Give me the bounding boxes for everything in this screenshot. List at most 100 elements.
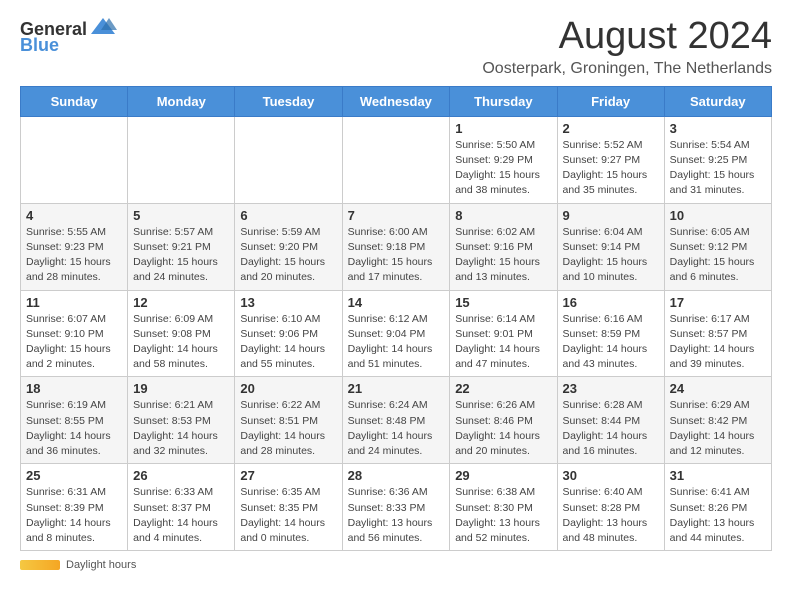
calendar-header-row: SundayMondayTuesdayWednesdayThursdayFrid… (21, 86, 772, 116)
calendar-cell: 5 Sunrise: 5:57 AM Sunset: 9:21 PM Daylig… (128, 203, 235, 290)
calendar-header-friday: Friday (557, 86, 664, 116)
day-number: 6 (240, 208, 336, 223)
day-number: 26 (133, 468, 229, 483)
day-info: Sunrise: 6:00 AM Sunset: 9:18 PM Dayligh… (348, 225, 445, 286)
calendar-header-monday: Monday (128, 86, 235, 116)
day-info: Sunrise: 6:04 AM Sunset: 9:14 PM Dayligh… (563, 225, 659, 286)
calendar-cell: 27 Sunrise: 6:35 AM Sunset: 8:35 PM Dayli… (235, 464, 342, 551)
day-info: Sunrise: 6:26 AM Sunset: 8:46 PM Dayligh… (455, 398, 551, 459)
calendar-cell: 3 Sunrise: 5:54 AM Sunset: 9:25 PM Daylig… (664, 116, 771, 203)
day-number: 25 (26, 468, 122, 483)
day-number: 24 (670, 381, 766, 396)
calendar-cell: 18 Sunrise: 6:19 AM Sunset: 8:55 PM Dayli… (21, 377, 128, 464)
calendar-cell (235, 116, 342, 203)
title-section: August 2024 Oosterpark, Groningen, The N… (482, 16, 772, 78)
day-info: Sunrise: 6:38 AM Sunset: 8:30 PM Dayligh… (455, 485, 551, 546)
day-info: Sunrise: 6:33 AM Sunset: 8:37 PM Dayligh… (133, 485, 229, 546)
day-number: 30 (563, 468, 659, 483)
day-info: Sunrise: 5:57 AM Sunset: 9:21 PM Dayligh… (133, 225, 229, 286)
day-info: Sunrise: 6:24 AM Sunset: 8:48 PM Dayligh… (348, 398, 445, 459)
day-number: 23 (563, 381, 659, 396)
day-number: 29 (455, 468, 551, 483)
day-info: Sunrise: 6:07 AM Sunset: 9:10 PM Dayligh… (26, 312, 122, 373)
day-number: 9 (563, 208, 659, 223)
day-info: Sunrise: 6:17 AM Sunset: 8:57 PM Dayligh… (670, 312, 766, 373)
location-title: Oosterpark, Groningen, The Netherlands (482, 60, 772, 78)
day-info: Sunrise: 6:28 AM Sunset: 8:44 PM Dayligh… (563, 398, 659, 459)
calendar-cell: 13 Sunrise: 6:10 AM Sunset: 9:06 PM Dayli… (235, 290, 342, 377)
calendar-cell: 22 Sunrise: 6:26 AM Sunset: 8:46 PM Dayli… (450, 377, 557, 464)
day-info: Sunrise: 5:50 AM Sunset: 9:29 PM Dayligh… (455, 138, 551, 199)
day-number: 20 (240, 381, 336, 396)
day-number: 27 (240, 468, 336, 483)
day-number: 1 (455, 121, 551, 136)
day-info: Sunrise: 6:09 AM Sunset: 9:08 PM Dayligh… (133, 312, 229, 373)
day-number: 18 (26, 381, 122, 396)
logo: General Blue (20, 20, 117, 56)
day-number: 19 (133, 381, 229, 396)
day-number: 13 (240, 295, 336, 310)
daylight-bar-icon (20, 560, 60, 570)
day-info: Sunrise: 5:55 AM Sunset: 9:23 PM Dayligh… (26, 225, 122, 286)
day-number: 16 (563, 295, 659, 310)
day-info: Sunrise: 6:14 AM Sunset: 9:01 PM Dayligh… (455, 312, 551, 373)
calendar-week-row: 18 Sunrise: 6:19 AM Sunset: 8:55 PM Dayli… (21, 377, 772, 464)
day-info: Sunrise: 6:29 AM Sunset: 8:42 PM Dayligh… (670, 398, 766, 459)
day-info: Sunrise: 6:21 AM Sunset: 8:53 PM Dayligh… (133, 398, 229, 459)
calendar-header-tuesday: Tuesday (235, 86, 342, 116)
day-info: Sunrise: 6:19 AM Sunset: 8:55 PM Dayligh… (26, 398, 122, 459)
calendar-cell (342, 116, 450, 203)
day-number: 2 (563, 121, 659, 136)
calendar-cell: 29 Sunrise: 6:38 AM Sunset: 8:30 PM Dayli… (450, 464, 557, 551)
calendar-table: SundayMondayTuesdayWednesdayThursdayFrid… (20, 86, 772, 551)
calendar-cell: 6 Sunrise: 5:59 AM Sunset: 9:20 PM Daylig… (235, 203, 342, 290)
calendar-cell: 24 Sunrise: 6:29 AM Sunset: 8:42 PM Dayli… (664, 377, 771, 464)
calendar-week-row: 4Sunrise: 5:55 AM Sunset: 9:23 PM Daylig… (21, 203, 772, 290)
day-number: 15 (455, 295, 551, 310)
calendar-cell: 8 Sunrise: 6:02 AM Sunset: 9:16 PM Daylig… (450, 203, 557, 290)
calendar-cell (21, 116, 128, 203)
calendar-cell: 9 Sunrise: 6:04 AM Sunset: 9:14 PM Daylig… (557, 203, 664, 290)
calendar-cell: 16Sunrise: 6:16 AM Sunset: 8:59 PM Dayli… (557, 290, 664, 377)
calendar-header-thursday: Thursday (450, 86, 557, 116)
footer-note: Daylight hours (20, 559, 772, 571)
day-info: Sunrise: 5:54 AM Sunset: 9:25 PM Dayligh… (670, 138, 766, 199)
day-info: Sunrise: 6:02 AM Sunset: 9:16 PM Dayligh… (455, 225, 551, 286)
logo-text-blue: Blue (20, 35, 59, 55)
day-info: Sunrise: 5:59 AM Sunset: 9:20 PM Dayligh… (240, 225, 336, 286)
day-number: 31 (670, 468, 766, 483)
month-title: August 2024 (482, 16, 772, 58)
day-number: 8 (455, 208, 551, 223)
calendar-cell: 4Sunrise: 5:55 AM Sunset: 9:23 PM Daylig… (21, 203, 128, 290)
day-number: 5 (133, 208, 229, 223)
day-info: Sunrise: 6:12 AM Sunset: 9:04 PM Dayligh… (348, 312, 445, 373)
day-info: Sunrise: 6:40 AM Sunset: 8:28 PM Dayligh… (563, 485, 659, 546)
day-number: 10 (670, 208, 766, 223)
calendar-week-row: 1 Sunrise: 5:50 AM Sunset: 9:29 PM Daylig… (21, 116, 772, 203)
calendar-cell: 1 Sunrise: 5:50 AM Sunset: 9:29 PM Daylig… (450, 116, 557, 203)
calendar-week-row: 25Sunrise: 6:31 AM Sunset: 8:39 PM Dayli… (21, 464, 772, 551)
day-info: Sunrise: 6:41 AM Sunset: 8:26 PM Dayligh… (670, 485, 766, 546)
calendar-cell: 19 Sunrise: 6:21 AM Sunset: 8:53 PM Dayli… (128, 377, 235, 464)
day-number: 22 (455, 381, 551, 396)
calendar-cell: 10 Sunrise: 6:05 AM Sunset: 9:12 PM Dayli… (664, 203, 771, 290)
calendar-cell: 15 Sunrise: 6:14 AM Sunset: 9:01 PM Dayli… (450, 290, 557, 377)
day-number: 21 (348, 381, 445, 396)
calendar-cell: 21 Sunrise: 6:24 AM Sunset: 8:48 PM Dayli… (342, 377, 450, 464)
day-number: 17 (670, 295, 766, 310)
page-header: General Blue August 2024 Oosterpark, Gro… (20, 16, 772, 78)
day-info: Sunrise: 6:05 AM Sunset: 9:12 PM Dayligh… (670, 225, 766, 286)
calendar-header-saturday: Saturday (664, 86, 771, 116)
day-info: Sunrise: 6:35 AM Sunset: 8:35 PM Dayligh… (240, 485, 336, 546)
calendar-header-wednesday: Wednesday (342, 86, 450, 116)
calendar-week-row: 11Sunrise: 6:07 AM Sunset: 9:10 PM Dayli… (21, 290, 772, 377)
day-info: Sunrise: 6:10 AM Sunset: 9:06 PM Dayligh… (240, 312, 336, 373)
day-number: 3 (670, 121, 766, 136)
calendar-cell: 26 Sunrise: 6:33 AM Sunset: 8:37 PM Dayli… (128, 464, 235, 551)
day-info: Sunrise: 6:22 AM Sunset: 8:51 PM Dayligh… (240, 398, 336, 459)
calendar-cell: 14Sunrise: 6:12 AM Sunset: 9:04 PM Dayli… (342, 290, 450, 377)
calendar-cell: 20 Sunrise: 6:22 AM Sunset: 8:51 PM Dayli… (235, 377, 342, 464)
calendar-cell (128, 116, 235, 203)
calendar-cell: 2Sunrise: 5:52 AM Sunset: 9:27 PM Daylig… (557, 116, 664, 203)
daylight-label: Daylight hours (66, 559, 136, 571)
